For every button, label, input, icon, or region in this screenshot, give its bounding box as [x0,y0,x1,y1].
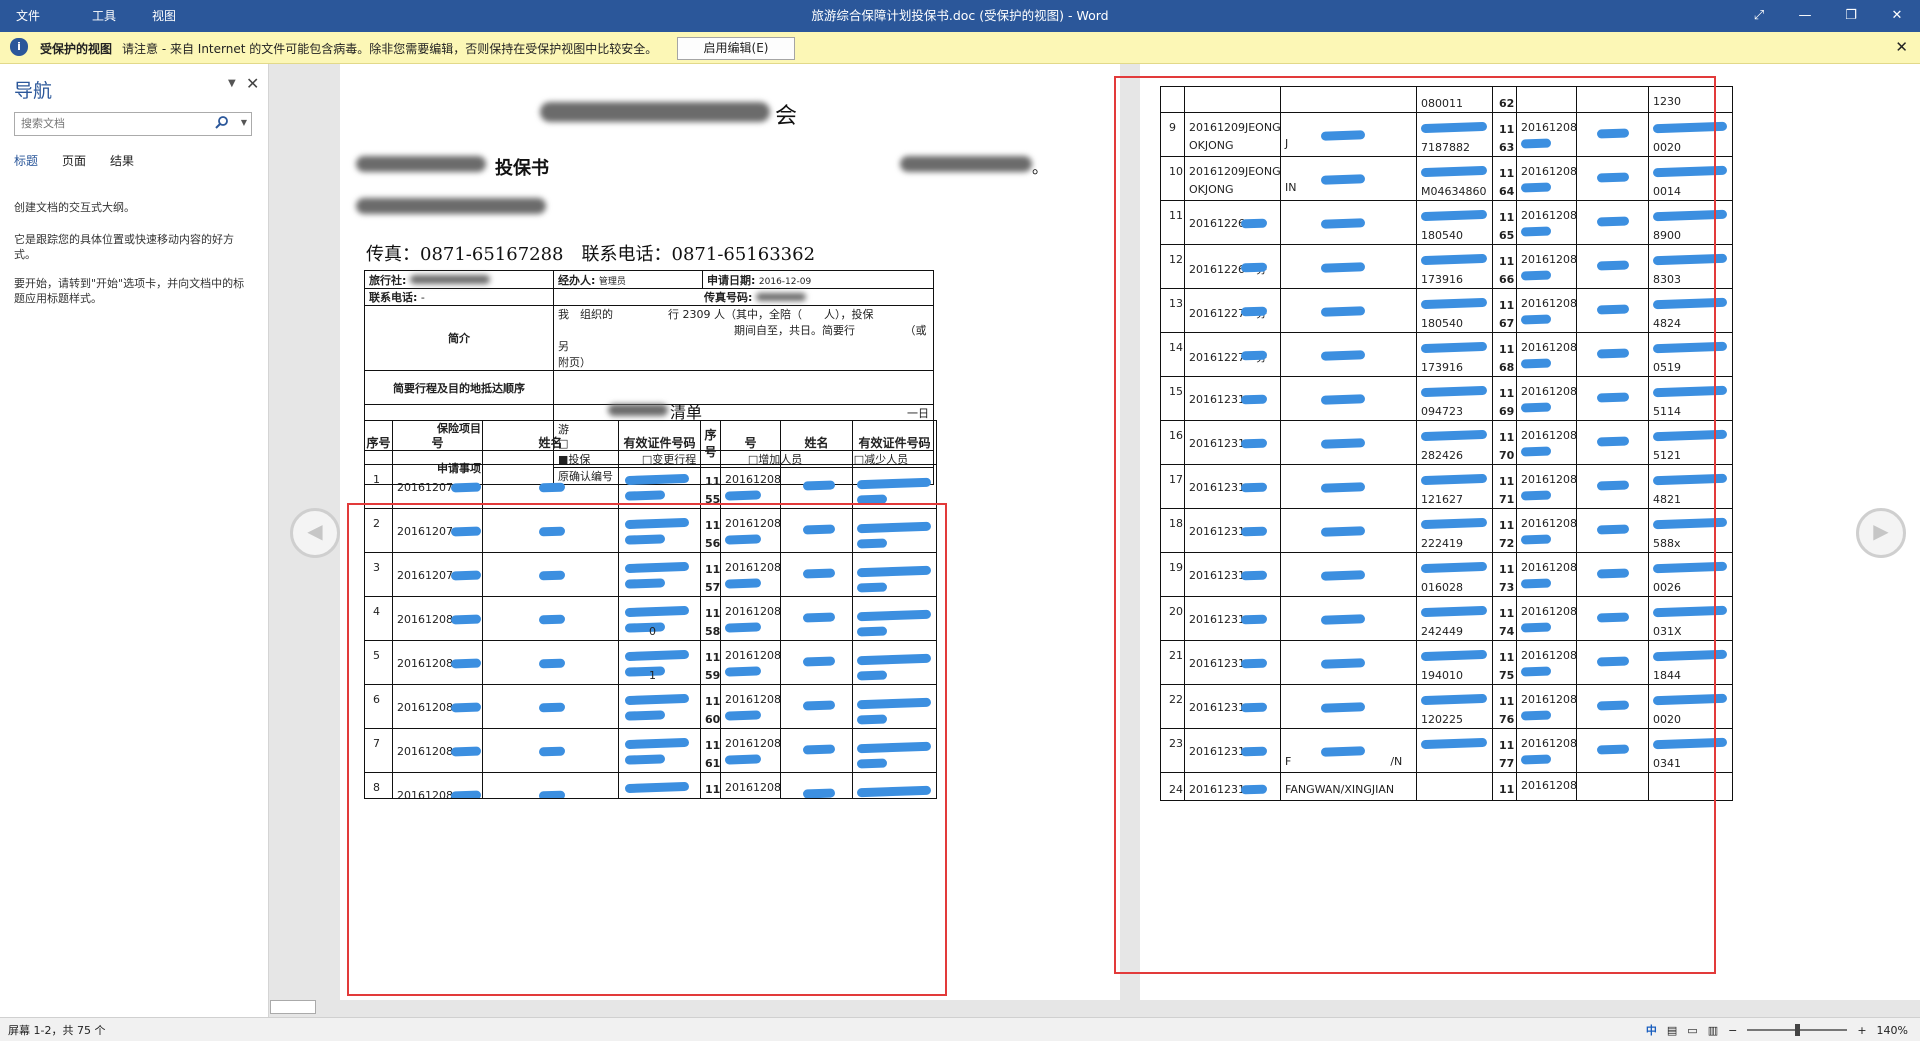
nav-hint-3: 要开始，请转到"开始"选项卡，并向文档中的标题应用标题样式。 [14,277,245,305]
intro-line-3: 附页） [558,356,591,369]
intro-line-1: 我 组织的 行 2309 人（其中，全陪（ 人），投保 [558,308,874,321]
nav-options-icon[interactable]: ▼ [228,78,236,89]
print-layout-icon[interactable]: ▭ [1687,1024,1697,1037]
doc-subtitle: 投保书 [495,158,549,179]
nav-hint-2: 它是跟踪您的具体位置或快速移动内容的好方式。 [14,233,234,261]
header-id-2: 号 [720,420,781,465]
protected-view-bar: i 受保护的视图 请注意 - 来自 Internet 的文件可能包含病毒。除非您… [0,32,1920,64]
protected-view-title: 受保护的视图 [40,42,113,56]
table-row: 1 20161207 11 55 20161208 [364,464,937,509]
doc-title-tail: 会 [775,104,798,129]
protected-view-message: 请注意 - 来自 Internet 的文件可能包含病毒。除非您需要编辑，否则保持… [122,42,658,56]
tab-pages[interactable]: 页面 [62,152,86,169]
screen-count: 屏幕 1-2，共 75 个 [8,1024,106,1037]
date-value: 2016-12-09 [758,276,812,287]
cell-cert [618,464,701,509]
cell-name-2 [780,464,853,509]
cell-id-2: 20161208 [720,464,781,509]
restore-button[interactable]: ❐ [1828,0,1874,32]
title-bar: 文件 工具 视图 旅游综合保障计划投保书.doc (受保护的视图) - Word… [0,0,1920,32]
itinerary-label: 简要行程及目的地抵达顺序 [393,381,525,395]
intro-label: 简介 [448,332,470,345]
search-icon[interactable] [215,115,229,129]
tab-headings[interactable]: 标题 [14,152,38,169]
handler-value: 管理员 [598,276,626,287]
cell-text: 20161207 [397,481,453,494]
phone-label: 联系电话: [369,291,418,304]
nav-close-icon[interactable]: ✕ [246,74,259,93]
agency-label: 旅行社: [369,273,407,287]
nav-hint-1: 创建文档的交互式大纲。 [14,201,135,214]
header-name-2: 姓名 [780,420,853,465]
header-id: 号 [392,420,483,465]
status-bar: 屏幕 1-2，共 75 个 中 ▤ ▭ ▥ − + 140% [0,1017,1920,1041]
enable-editing-button[interactable]: 启用编辑(E) [677,37,795,60]
cell-text: 20161208 [725,473,781,486]
close-icon[interactable]: ✕ [1895,38,1908,56]
contact-line: 传真：0871-65167288 联系电话：0871-65163362 [366,244,816,265]
cell-id: 20161207 [392,464,483,509]
header-seq: 序号 [364,420,393,465]
fullscreen-icon[interactable]: ⤢ [1736,0,1782,32]
cell-cert-2 [852,464,937,509]
highlight-box-right [1114,76,1716,974]
doc-subtitle-right: 。 [1032,158,1049,177]
horizontal-scrollbar[interactable] [270,1000,316,1014]
zoom-out-icon[interactable]: − [1728,1024,1737,1037]
phone-value: - [420,291,425,304]
handler-label: 经办人: [558,273,596,287]
header-cert-2: 有效证件号码 [852,420,937,465]
cell-text: 11 [705,475,721,488]
header-seq-2: 序号 [700,420,721,465]
close-button[interactable]: ✕ [1874,0,1920,32]
cell-name [482,464,619,509]
window-title: 旅游综合保障计划投保书.doc (受保护的视图) - Word [811,8,1109,23]
document-area: 会 投保书 。 传真：0871-65167288 联系电话：0871-65163… [270,64,1920,1017]
shield-icon: i [10,38,28,56]
nav-title: 导航 [14,80,53,102]
intro-line-2: 期间自至，共日。简要行 （或另 [558,324,927,353]
date-label: 申请日期: [707,273,756,287]
minimize-button[interactable]: — [1782,0,1828,32]
previous-screen-button[interactable]: ◀ [290,508,340,558]
read-mode-icon[interactable]: ▤ [1667,1024,1677,1037]
next-screen-button[interactable]: ▶ [1856,508,1906,558]
nav-search-box: ▼ [14,112,252,136]
zoom-slider[interactable] [1747,1024,1848,1036]
tab-results[interactable]: 结果 [110,152,134,169]
cell-seq-2: 11 55 [700,464,721,509]
cell-text: 1 [373,473,380,486]
zoom-level[interactable]: 140% [1877,1024,1908,1037]
zoom-in-icon[interactable]: + [1857,1024,1866,1037]
header-name: 姓名 [482,420,619,465]
header-cert: 有效证件号码 [618,420,701,465]
fax-label: 传真号码: [704,291,753,304]
navigation-pane: 导航 ▼ ✕ ▼ 标题 页面 结果 创建文档的交互式大纲。 它是跟踪您的具体位置… [0,64,269,1017]
ime-indicator[interactable]: 中 [1646,1022,1657,1038]
cell-seq: 1 [364,464,393,509]
web-layout-icon[interactable]: ▥ [1708,1024,1718,1037]
search-input[interactable] [19,116,213,131]
chevron-down-icon[interactable]: ▼ [241,118,247,127]
highlight-box-left [347,503,947,996]
